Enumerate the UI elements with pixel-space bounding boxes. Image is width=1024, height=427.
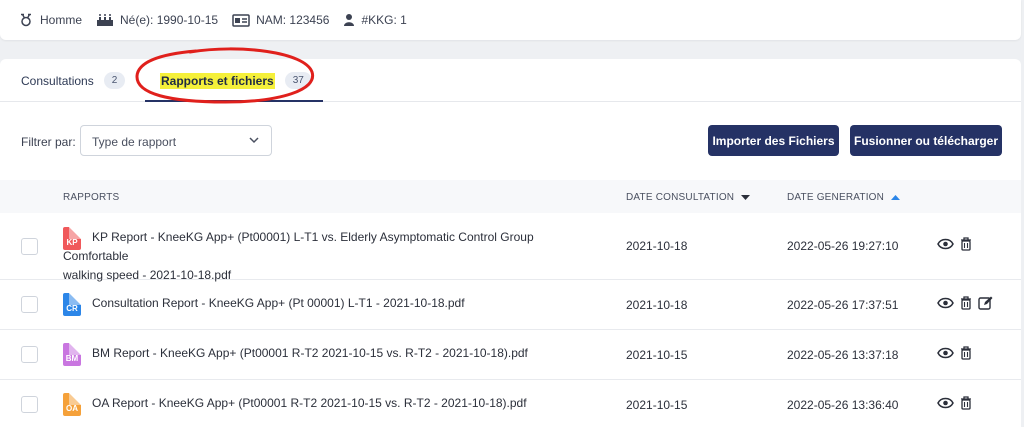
tab-bar: Consultations 2 Rapports et fichiers 37 xyxy=(0,59,1021,102)
user-icon xyxy=(344,14,355,26)
report-type-select-value: Type de rapport xyxy=(92,135,177,149)
date-generation: 2022-05-26 13:36:40 xyxy=(787,398,899,412)
birth-item: Né(e): 1990-10-15 xyxy=(96,13,218,27)
birth-text: Né(e): 1990-10-15 xyxy=(120,13,219,27)
table-row[interactable]: CR Consultation Report - KneeKG App+ (Pt… xyxy=(0,280,1021,330)
sex-item: Homme xyxy=(18,13,82,27)
file-name-link[interactable]: Consultation Report - KneeKG App+ (Pt 00… xyxy=(63,294,583,313)
row-checkbox[interactable] xyxy=(21,296,38,313)
edit-icon[interactable] xyxy=(978,296,993,310)
reports-panel: Consultations 2 Rapports et fichiers 37 … xyxy=(0,47,1021,427)
row-checkbox[interactable] xyxy=(21,238,38,255)
delete-trash-icon[interactable] xyxy=(960,296,972,310)
filter-toolbar: Filtrer par: Type de rapport Importer de… xyxy=(0,125,1021,159)
row-checkbox[interactable] xyxy=(21,396,38,413)
header-date-consultation[interactable]: DATE CONSULTATION xyxy=(626,192,751,203)
view-eye-icon[interactable] xyxy=(937,347,954,359)
patient-info-bar: Homme Né(e): 1990-10-15 NAM: 123456 #KKG… xyxy=(0,0,1021,40)
report-type-select[interactable]: Type de rapport xyxy=(80,125,272,156)
tab-reports-files[interactable]: Rapports et fichiers 37 xyxy=(160,59,312,102)
gender-icon xyxy=(21,13,31,27)
merge-download-button[interactable]: Fusionner ou télécharger xyxy=(850,125,1002,156)
row-actions xyxy=(937,346,978,360)
header-reports: RAPPORTS xyxy=(63,192,119,203)
date-consultation: 2021-10-18 xyxy=(626,239,688,253)
file-name-link[interactable]: BM Report - KneeKG App+ (Pt00001 R-T2 20… xyxy=(63,344,583,363)
row-actions xyxy=(937,237,978,251)
chevron-down-icon xyxy=(249,137,259,144)
tab-consultations[interactable]: Consultations 2 xyxy=(21,59,126,102)
delete-trash-icon[interactable] xyxy=(960,237,972,251)
id-card-icon xyxy=(232,13,250,27)
filter-label: Filtrer par: xyxy=(21,135,76,149)
date-consultation: 2021-10-15 xyxy=(626,398,688,412)
date-generation: 2022-05-26 13:37:18 xyxy=(787,348,899,362)
kkg-item: #KKG: 1 xyxy=(343,13,407,27)
kkg-text: #KKG: 1 xyxy=(361,13,407,27)
table-header: RAPPORTS DATE CONSULTATION DATE GENERATI… xyxy=(0,180,1021,213)
birthday-cake-icon xyxy=(97,14,114,26)
tab-consultations-label: Consultations xyxy=(21,73,94,88)
date-generation: 2022-05-26 17:37:51 xyxy=(787,298,899,312)
header-date-generation-label: DATE GENERATION xyxy=(787,192,885,203)
view-eye-icon[interactable] xyxy=(937,397,954,409)
import-files-button[interactable]: Importer des Fichiers xyxy=(708,125,839,156)
nam-text: NAM: 123456 xyxy=(256,13,330,27)
row-actions xyxy=(937,296,999,310)
delete-trash-icon[interactable] xyxy=(960,346,972,360)
date-consultation: 2021-10-15 xyxy=(626,348,688,362)
tab-consultations-count: 2 xyxy=(103,72,126,89)
date-consultation: 2021-10-18 xyxy=(626,298,688,312)
nam-item: NAM: 123456 xyxy=(232,13,329,27)
table-row[interactable]: OA OA Report - KneeKG App+ (Pt00001 R-T2… xyxy=(0,380,1021,427)
sex-text: Homme xyxy=(40,13,83,27)
view-eye-icon[interactable] xyxy=(937,297,954,309)
table-row[interactable]: BM BM Report - KneeKG App+ (Pt00001 R-T2… xyxy=(0,330,1021,380)
tab-reports-count: 37 xyxy=(284,72,312,89)
header-date-consultation-label: DATE CONSULTATION xyxy=(626,192,735,203)
header-reports-label: RAPPORTS xyxy=(63,192,120,203)
delete-trash-icon[interactable] xyxy=(960,396,972,410)
file-name-link[interactable]: KP Report - KneeKG App+ (Pt00001) L-T1 v… xyxy=(63,228,583,285)
row-actions xyxy=(937,396,978,410)
date-generation: 2022-05-26 19:27:10 xyxy=(787,239,899,253)
tab-reports-label: Rapports et fichiers xyxy=(160,72,275,89)
view-eye-icon[interactable] xyxy=(937,238,954,250)
active-tab-indicator xyxy=(145,100,323,102)
row-checkbox[interactable] xyxy=(21,346,38,363)
sort-asc-icon xyxy=(891,195,901,200)
header-date-generation[interactable]: DATE GENERATION xyxy=(787,192,901,203)
file-name-link[interactable]: OA Report - KneeKG App+ (Pt00001 R-T2 20… xyxy=(63,394,583,413)
table-row[interactable]: KP KP Report - KneeKG App+ (Pt00001) L-T… xyxy=(0,213,1021,282)
sort-desc-icon xyxy=(741,195,751,200)
